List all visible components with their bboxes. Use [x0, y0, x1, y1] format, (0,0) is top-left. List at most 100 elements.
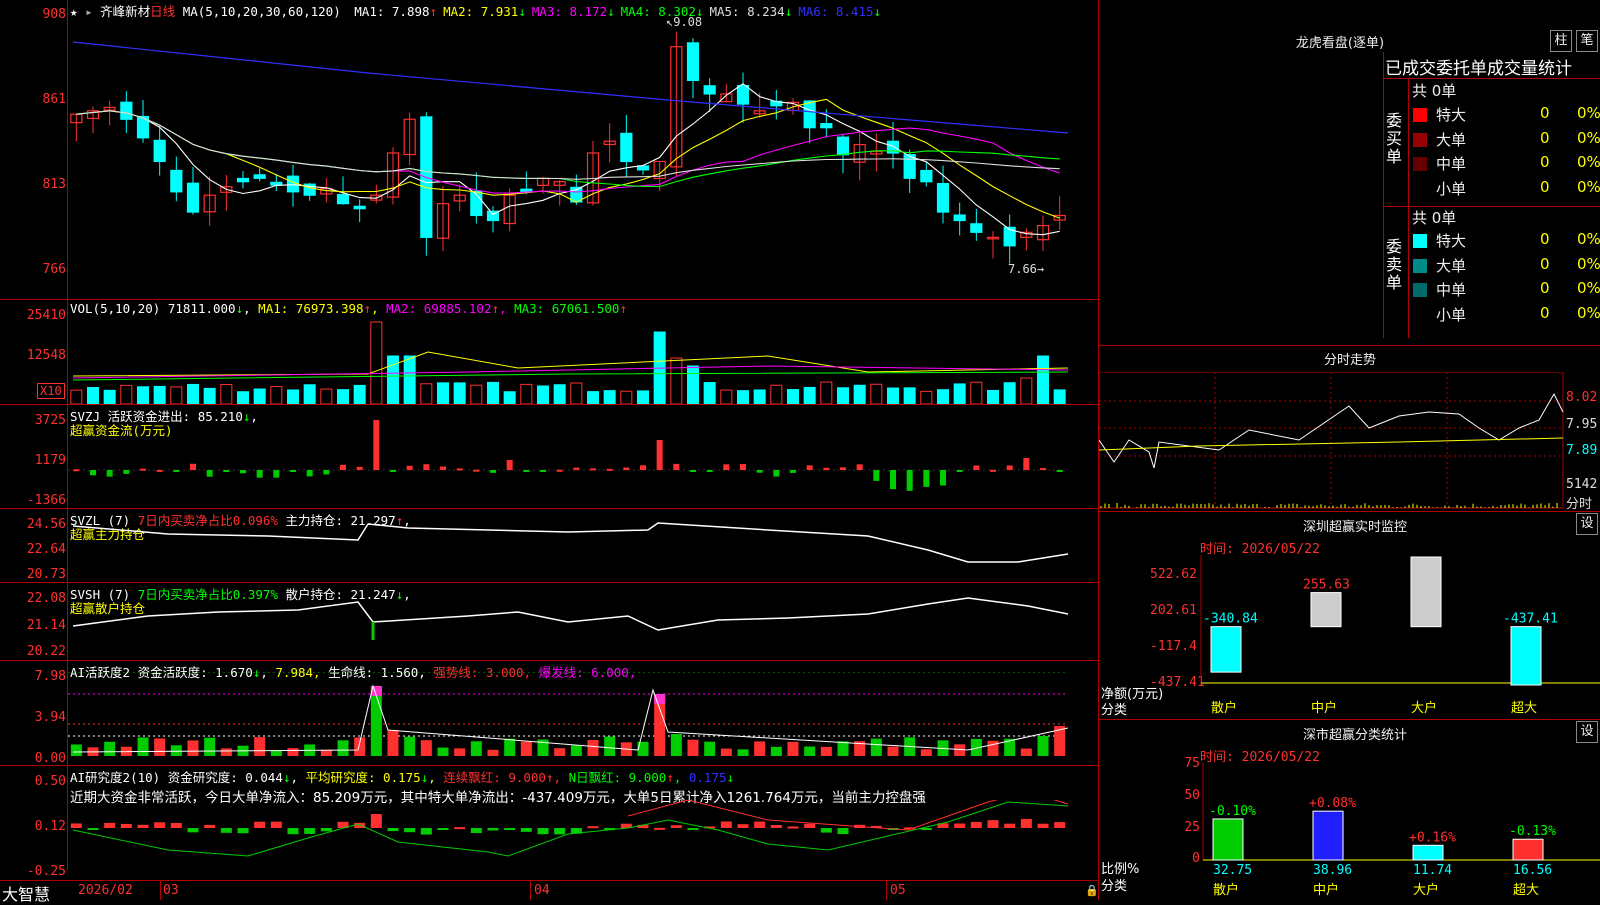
- lhkp-row-pct: 0%: [1577, 279, 1600, 297]
- vol-tick: 12548: [26, 348, 66, 363]
- intraday-price: 7.95: [1566, 417, 1598, 432]
- period-label[interactable]: 日线: [150, 4, 175, 19]
- intraday-title: 分时走势: [1323, 353, 1376, 368]
- flow-bar: [673, 463, 680, 470]
- activity-bar: [220, 748, 232, 756]
- sz-monitor-category: 大户: [1411, 700, 1437, 715]
- vol-ma2: MA2: 69885.102↑,: [386, 301, 507, 316]
- flow-bar: [473, 469, 480, 472]
- flow-bar: [190, 463, 196, 470]
- flow-bar: [73, 469, 80, 472]
- flow-bar: [1056, 470, 1063, 472]
- research-bar: [137, 824, 149, 828]
- activity-bar: [704, 741, 716, 756]
- volume-bar: [87, 387, 99, 404]
- pane-divider: [0, 660, 1099, 661]
- flow-bar: [156, 469, 163, 472]
- ai-research-chart[interactable]: [68, 800, 1098, 880]
- volume-bar: [403, 355, 416, 404]
- lock-icon[interactable]: 🔒: [1085, 884, 1099, 897]
- flow-bar: [340, 464, 346, 470]
- activity-bar: [254, 737, 266, 756]
- volume-bar: [970, 381, 983, 404]
- research-bar: [254, 821, 266, 828]
- flow-bar: [940, 470, 946, 486]
- flow-bar: [290, 470, 296, 472]
- ai-activity-chart[interactable]: [68, 672, 1098, 764]
- activity-bar: [170, 745, 182, 756]
- sz-monitor-bar: [1410, 556, 1442, 628]
- sz-class-bar-pct: -0.13%: [1509, 824, 1556, 839]
- sz-monitor-bar-value: 255.63: [1303, 578, 1350, 593]
- research-bar: [754, 821, 766, 828]
- flow-bar: [273, 470, 280, 478]
- volume-chart[interactable]: [68, 316, 1098, 404]
- research-bar: [1054, 822, 1066, 828]
- main-force-holding-chart[interactable]: [68, 520, 1098, 582]
- flow-bar: [1006, 465, 1013, 470]
- price-tick: 813: [42, 177, 66, 192]
- star-icon[interactable]: ★: [70, 4, 78, 19]
- retail-holding-chart[interactable]: [68, 596, 1098, 660]
- sz-class-category: 散户: [1213, 882, 1239, 898]
- pane-divider: [0, 299, 1099, 300]
- volume-bar: [1053, 389, 1066, 404]
- activity-bar: [837, 741, 849, 756]
- capital-flow-chart[interactable]: [68, 420, 1098, 508]
- candlestick-chart[interactable]: [68, 18, 1098, 298]
- flow-bar: [140, 468, 146, 471]
- research-bar: [837, 828, 849, 835]
- scroll-left-icon[interactable]: ▸: [85, 4, 93, 19]
- legend-swatch: [1413, 108, 1427, 122]
- activity-bar: [287, 748, 299, 756]
- activity-bar: [804, 746, 816, 756]
- sz-monitor-bar: [1510, 626, 1542, 686]
- research-bar: [787, 826, 799, 829]
- research-bar: [554, 828, 566, 835]
- flow-bar: [706, 470, 713, 472]
- research-bar: [354, 822, 366, 828]
- research-bar: [687, 828, 699, 830]
- bar-mode-button[interactable]: 柱: [1550, 30, 1572, 52]
- stock-name[interactable]: 齐峰新材: [100, 4, 150, 19]
- activity-bar: [554, 748, 566, 756]
- sz-class-chart[interactable]: -0.10% 32.75 散户 +0.08% 38.96 中户 +0.16% 11.74 大户 -…: [1099, 762, 1600, 900]
- lhkp-inner-border: [1408, 78, 1409, 338]
- volume-bar: [1003, 382, 1016, 404]
- flow-bar: [856, 464, 863, 470]
- settings-button[interactable]: 设: [1576, 721, 1598, 743]
- ma-legend: MA1: 7.898↑ MA2: 7.931↓ MA3: 8.172↓ MA4: 8.…: [348, 4, 881, 19]
- flow-bar: [906, 470, 913, 491]
- flow-bar: [306, 470, 313, 477]
- vol-ma1: MA1: 76973.398↑,: [258, 301, 379, 316]
- intraday-price-line: [1099, 392, 1564, 469]
- tick-mode-button[interactable]: 笔: [1576, 30, 1598, 52]
- flow-bar: [323, 470, 330, 475]
- volume-bar: [720, 389, 733, 404]
- sz-monitor-category: 中户: [1311, 700, 1337, 715]
- flow-bar: [240, 470, 246, 474]
- activity-bar: [670, 734, 682, 756]
- volume-bar: [953, 383, 966, 404]
- intraday-chart[interactable]: [1099, 372, 1600, 510]
- sz-monitor-bar: [1310, 592, 1342, 628]
- lhkp-tabs[interactable]: 已成交委托单成交量统计: [1385, 54, 1572, 79]
- candle-body: [336, 194, 350, 205]
- svzl-tick: 22.64: [26, 542, 66, 557]
- ai-research-tick: 0.12: [34, 819, 66, 834]
- lhkp-row-count: 0: [1540, 177, 1550, 196]
- candle-body: [920, 169, 933, 183]
- lhkp-row-pct: 0%: [1577, 128, 1600, 147]
- volume-bar: [153, 385, 166, 404]
- volume-bar: [587, 391, 599, 404]
- lhkp-row-count: 0: [1540, 303, 1550, 322]
- research-bar: [670, 825, 682, 828]
- settings-button[interactable]: 设: [1576, 513, 1598, 535]
- candle-body: [703, 85, 716, 95]
- vol-pane-title: VOL(5,10,20) 71811.000↓, MA1: 76973.398↑…: [70, 301, 627, 316]
- flow-bar: [773, 470, 780, 477]
- candle-body: [270, 181, 283, 186]
- volume-bar: [470, 384, 483, 404]
- flow-bar: [440, 466, 446, 470]
- sz-monitor-chart[interactable]: -340.84 散户 255.63 中户 522.62 大户 -437.41 超大: [1099, 555, 1600, 715]
